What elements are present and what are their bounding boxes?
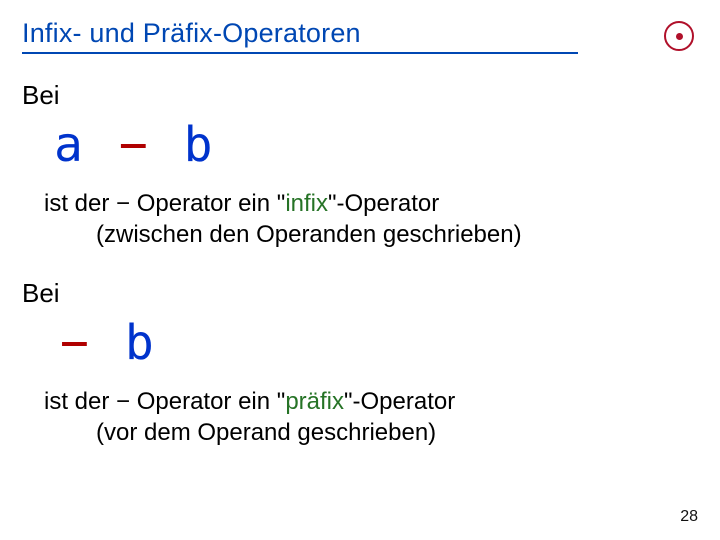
section2-desc-pre: ist der − Operator ein " (44, 388, 285, 415)
operator-minus: − (54, 315, 95, 371)
section2-desc-sub: (vor dem Operand geschrieben) (96, 418, 694, 449)
operator-minus: − (113, 117, 154, 173)
section1-keyword: infix (285, 190, 328, 217)
operand-a: a (54, 117, 83, 173)
slide-title: Infix- und Präfix-Operatoren (22, 18, 578, 49)
operand-b: b (184, 117, 213, 173)
section1-desc-post: "-Operator (328, 190, 439, 217)
operand-b: b (125, 315, 154, 371)
logo-icon (664, 21, 694, 51)
section-gap (22, 250, 694, 278)
section1-desc-sub: (zwischen den Operanden geschrieben) (96, 220, 694, 251)
page-number: 28 (680, 508, 698, 526)
section2-desc-post: "-Operator (344, 388, 455, 415)
title-underline (22, 52, 578, 54)
section1-desc: ist der − Operator ein "infix"-Operator … (44, 189, 694, 250)
section1-desc-pre: ist der − Operator ein " (44, 190, 285, 217)
section2-desc: ist der − Operator ein "präfix"-Operator… (44, 387, 694, 448)
section1-lead: Bei (22, 80, 694, 111)
section2-lead: Bei (22, 278, 694, 309)
section1-expression: a − b (54, 117, 694, 173)
title-wrap: Infix- und Präfix-Operatoren (22, 18, 578, 54)
section2-expression: − b (54, 315, 694, 371)
logo-dot-icon (676, 33, 683, 40)
title-row: Infix- und Präfix-Operatoren (22, 18, 694, 54)
slide: Infix- und Präfix-Operatoren Bei a − b i… (0, 0, 720, 540)
slide-body: Bei a − b ist der − Operator ein "infix"… (22, 80, 694, 449)
section2-keyword: präfix (285, 388, 344, 415)
